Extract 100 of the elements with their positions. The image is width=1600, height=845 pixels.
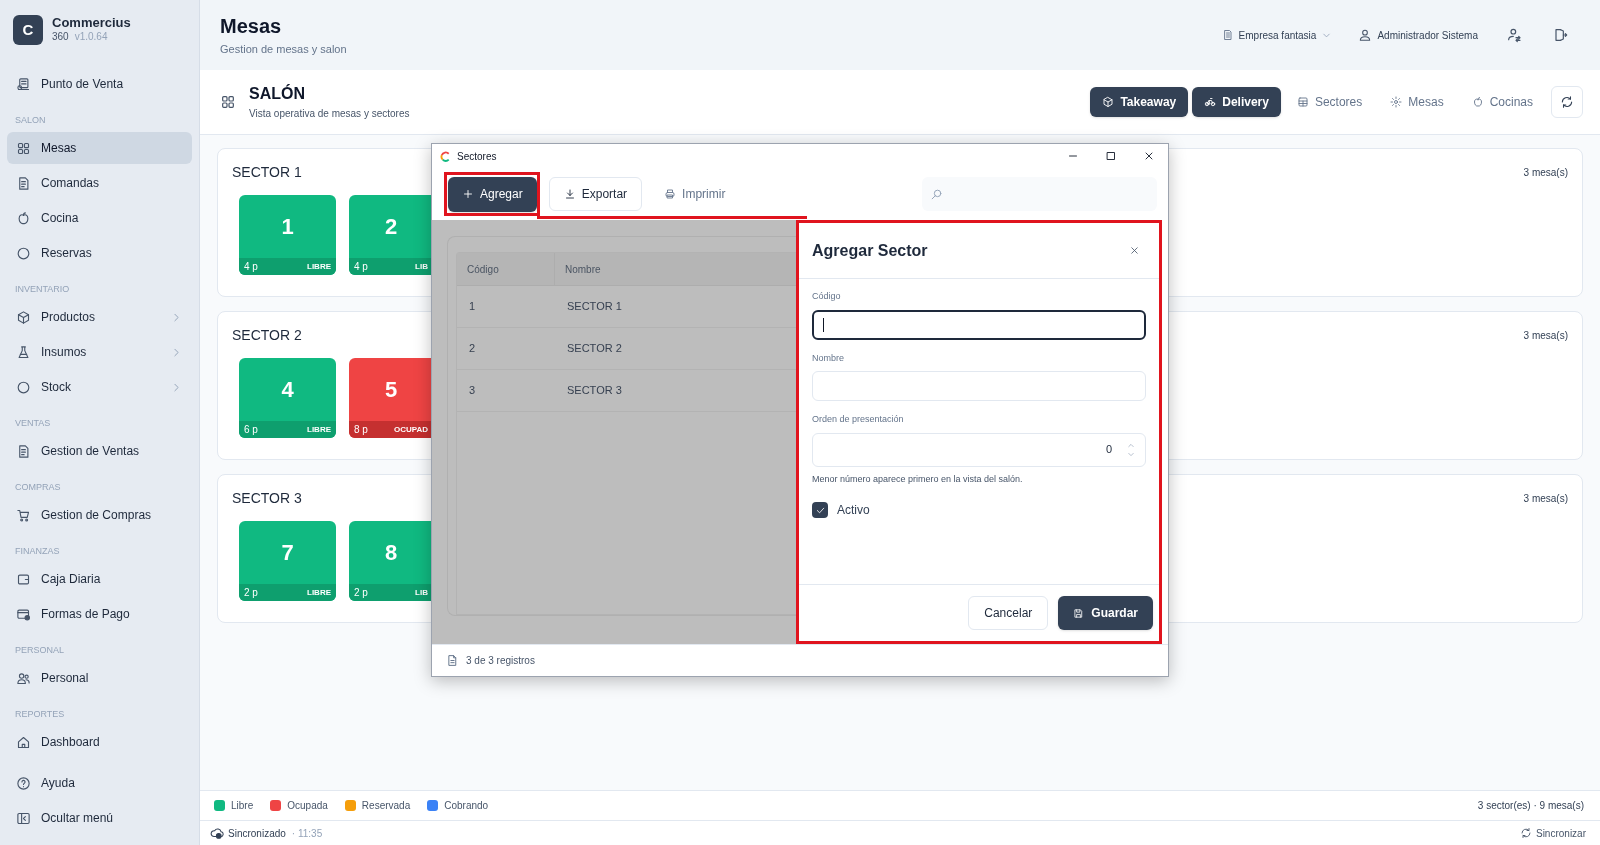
- card-icon: [16, 606, 31, 622]
- sidebar-item[interactable]: Personal: [7, 662, 192, 694]
- sidebar-item[interactable]: Ayuda: [7, 767, 192, 799]
- apple-icon: [1471, 96, 1484, 108]
- sidebar-item[interactable]: Caja Diaria: [7, 563, 192, 595]
- legend-label: Reservada: [361, 799, 411, 813]
- number-field[interactable]: 0: [812, 432, 1146, 467]
- document-icon: [16, 443, 31, 459]
- save-button[interactable]: Guardar: [1058, 596, 1153, 630]
- cancel-button[interactable]: Cancelar: [968, 596, 1049, 630]
- column-header[interactable]: Nombre: [555, 253, 796, 285]
- table-cell-text: 3: [468, 383, 477, 399]
- section-subtitle: Vista operativa de mesas y sectores: [249, 106, 410, 121]
- app-edition: 360: [52, 31, 69, 44]
- save-icon: [1073, 607, 1085, 619]
- grid-icon: [220, 94, 236, 110]
- sidebar-item[interactable]: Gestion de Ventas: [7, 435, 192, 467]
- sync-time: · 11:35: [291, 826, 323, 841]
- field-label: Orden de presentación: [812, 413, 905, 426]
- field-label: Código: [812, 290, 842, 303]
- close-icon: [1129, 245, 1140, 256]
- table-number: 5: [383, 376, 399, 404]
- gear-icon: [1390, 96, 1403, 108]
- sidebar-item[interactable]: Dashboard: [7, 726, 192, 758]
- toolbar-button[interactable]: Mesas: [1378, 87, 1456, 117]
- table-status: OCUPAD: [393, 423, 428, 436]
- table-number: 2: [383, 213, 399, 241]
- table-status: LIB: [415, 586, 428, 599]
- register-icon: [16, 76, 31, 92]
- company-dropdown[interactable]: Empresa fantasia: [1221, 27, 1333, 43]
- section-heading: VENTAS: [14, 417, 52, 430]
- toolbar-button[interactable]: Exportar: [548, 177, 643, 211]
- download-icon: [563, 188, 576, 200]
- sync-button[interactable]: Sincronizar: [1519, 825, 1586, 841]
- help-icon: [16, 775, 31, 791]
- table-cell-text: SECTOR 3: [566, 383, 623, 399]
- window-title: Sectores: [457, 149, 497, 164]
- sidebar-item[interactable]: Cocina: [7, 202, 192, 234]
- refresh-button[interactable]: [1551, 86, 1583, 118]
- toolbar-button[interactable]: Sectores: [1284, 87, 1375, 117]
- bicycle-icon: [1204, 96, 1217, 108]
- sidebar-item[interactable]: Comandas: [7, 167, 192, 199]
- close-button[interactable]: [1129, 245, 1140, 256]
- section-heading: FINANZAS: [14, 545, 61, 558]
- checkbox-label: Activo: [837, 502, 870, 519]
- sync-status: Sincronizado: [228, 826, 286, 841]
- table-status: LIBRE: [307, 586, 331, 599]
- document-icon: [16, 175, 31, 191]
- search-field[interactable]: [922, 177, 1157, 211]
- sidebar-item[interactable]: Ocultar menú: [7, 802, 192, 834]
- table-cell-text: 2: [468, 341, 477, 357]
- toolbar-button[interactable]: Cocinas: [1459, 87, 1545, 117]
- sidebar-item[interactable]: Mesas: [7, 132, 192, 164]
- column-header[interactable]: Código: [457, 253, 555, 285]
- table-cell-text: SECTOR 2: [566, 341, 623, 357]
- toolbar-button[interactable]: Imprimir: [654, 177, 736, 211]
- cloud-icon: [210, 826, 224, 840]
- page-title: Mesas: [220, 14, 283, 38]
- table-count: 3 mesa(s): [1523, 491, 1568, 506]
- wallet-icon: [16, 571, 31, 587]
- input-field[interactable]: [812, 309, 1146, 340]
- cart-icon: [16, 507, 31, 523]
- home-icon: [16, 734, 31, 750]
- table-number: 1: [280, 213, 295, 241]
- section-heading: COMPRAS: [14, 481, 62, 494]
- table-status: LIBRE: [307, 260, 331, 273]
- checkbox-box[interactable]: [812, 502, 828, 518]
- logout-icon: [1552, 27, 1568, 43]
- collapse-sidebar-icon: [16, 810, 31, 826]
- user-swap-icon: [1506, 27, 1522, 43]
- flask-icon: [16, 344, 31, 360]
- sidebar-item[interactable]: Formas de Pago: [7, 598, 192, 630]
- app-name: Commercius: [52, 15, 131, 32]
- record-count: 3 de 3 registros: [466, 654, 535, 668]
- close-icon: [1143, 150, 1155, 162]
- user-menu[interactable]: Administrador Sistema: [1358, 27, 1478, 43]
- checkbox[interactable]: Activo: [812, 501, 1146, 519]
- toolbar-button[interactable]: Agregar: [448, 176, 537, 212]
- table-capacity: 2 p: [244, 586, 258, 600]
- sidebar-item[interactable]: Productos: [7, 301, 192, 333]
- table-tile[interactable]: 5 8 p OCUPAD: [349, 358, 433, 438]
- sidebar-item[interactable]: Gestion de Compras: [7, 499, 192, 531]
- sector-name: SECTOR 2: [232, 325, 302, 345]
- toolbar-button[interactable]: Takeaway: [1090, 87, 1189, 117]
- table-capacity: 4 p: [244, 260, 258, 274]
- cube-icon: [1102, 96, 1115, 108]
- sidebar-item[interactable]: Insumos: [7, 336, 192, 368]
- table-capacity: 2 p: [354, 586, 368, 600]
- sidebar-item[interactable]: Punto de Venta: [7, 68, 192, 100]
- section-heading: SALON: [14, 114, 47, 127]
- table-status: LIBRE: [307, 423, 331, 436]
- field-value: 0: [1105, 442, 1112, 458]
- printer-icon: [664, 188, 677, 200]
- toolbar-button[interactable]: Delivery: [1192, 87, 1281, 117]
- table-number: 8: [383, 539, 399, 567]
- sidebar-item[interactable]: Stock: [7, 371, 192, 403]
- sidebar-item[interactable]: Reservas: [7, 237, 192, 269]
- section-heading: INVENTARIO: [14, 283, 71, 296]
- apple-icon: [16, 210, 31, 226]
- circle-icon: [16, 379, 31, 395]
